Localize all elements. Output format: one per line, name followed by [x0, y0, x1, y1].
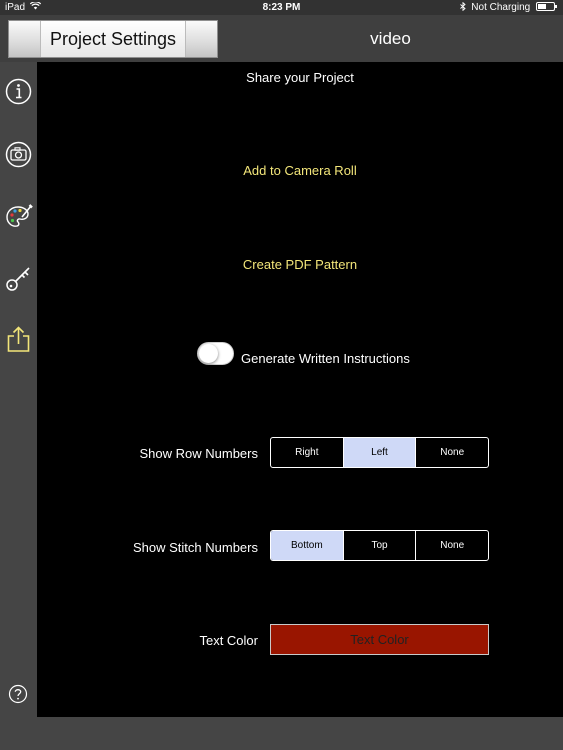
row-numbers-option-none[interactable]: None: [416, 438, 488, 467]
row-numbers-option-right[interactable]: Right: [271, 438, 344, 467]
sidebar-item-info[interactable]: [4, 77, 33, 106]
text-color-label: Text Color: [199, 633, 258, 648]
row-numbers-segmented-control: Right Left None: [270, 437, 489, 468]
sidebar-item-palette[interactable]: [4, 202, 33, 231]
share-icon: [7, 326, 30, 352]
toggle-knob: [199, 344, 218, 363]
sidebar: [0, 62, 37, 717]
battery-icon: [536, 2, 557, 11]
text-color-button[interactable]: Text Color: [270, 624, 489, 655]
add-to-camera-roll-button[interactable]: Add to Camera Roll: [37, 163, 563, 178]
show-row-numbers-label: Show Row Numbers: [139, 446, 259, 461]
help-icon: [8, 684, 28, 704]
generate-instructions-toggle[interactable]: [197, 342, 234, 365]
show-stitch-numbers-label: Show Stitch Numbers: [133, 540, 258, 555]
stitch-numbers-option-top[interactable]: Top: [344, 531, 417, 560]
share-heading: Share your Project: [246, 70, 354, 85]
stitch-numbers-option-none[interactable]: None: [416, 531, 488, 560]
nav-bar: Project Settings video: [0, 15, 563, 62]
sidebar-item-share[interactable]: [4, 325, 33, 354]
camera-icon: [5, 141, 32, 168]
bluetooth-icon: [459, 1, 466, 12]
project-settings-label: Project Settings: [40, 21, 186, 57]
key-icon: [6, 267, 30, 291]
sidebar-item-key[interactable]: [4, 264, 33, 293]
stitch-numbers-option-bottom[interactable]: Bottom: [271, 531, 344, 560]
bottom-bar: [0, 717, 563, 750]
stitch-numbers-segmented-control: Bottom Top None: [270, 530, 489, 561]
info-icon: [5, 78, 32, 105]
palette-icon: [6, 204, 33, 227]
nav-title: video: [370, 29, 411, 48]
project-settings-button[interactable]: Project Settings: [8, 20, 218, 58]
generate-instructions-label: Generate Written Instructions: [241, 351, 410, 366]
create-pdf-pattern-button[interactable]: Create PDF Pattern: [37, 257, 563, 272]
share-panel: Share your Project Add to Camera Roll Cr…: [37, 62, 563, 717]
row-numbers-option-left[interactable]: Left: [343, 438, 417, 467]
status-bar: iPad 8:23 PM Not Charging: [0, 0, 563, 15]
status-right: Not Charging: [459, 1, 557, 13]
help-button[interactable]: [8, 684, 28, 704]
sidebar-item-camera[interactable]: [4, 140, 33, 169]
charging-status: Not Charging: [471, 2, 531, 13]
